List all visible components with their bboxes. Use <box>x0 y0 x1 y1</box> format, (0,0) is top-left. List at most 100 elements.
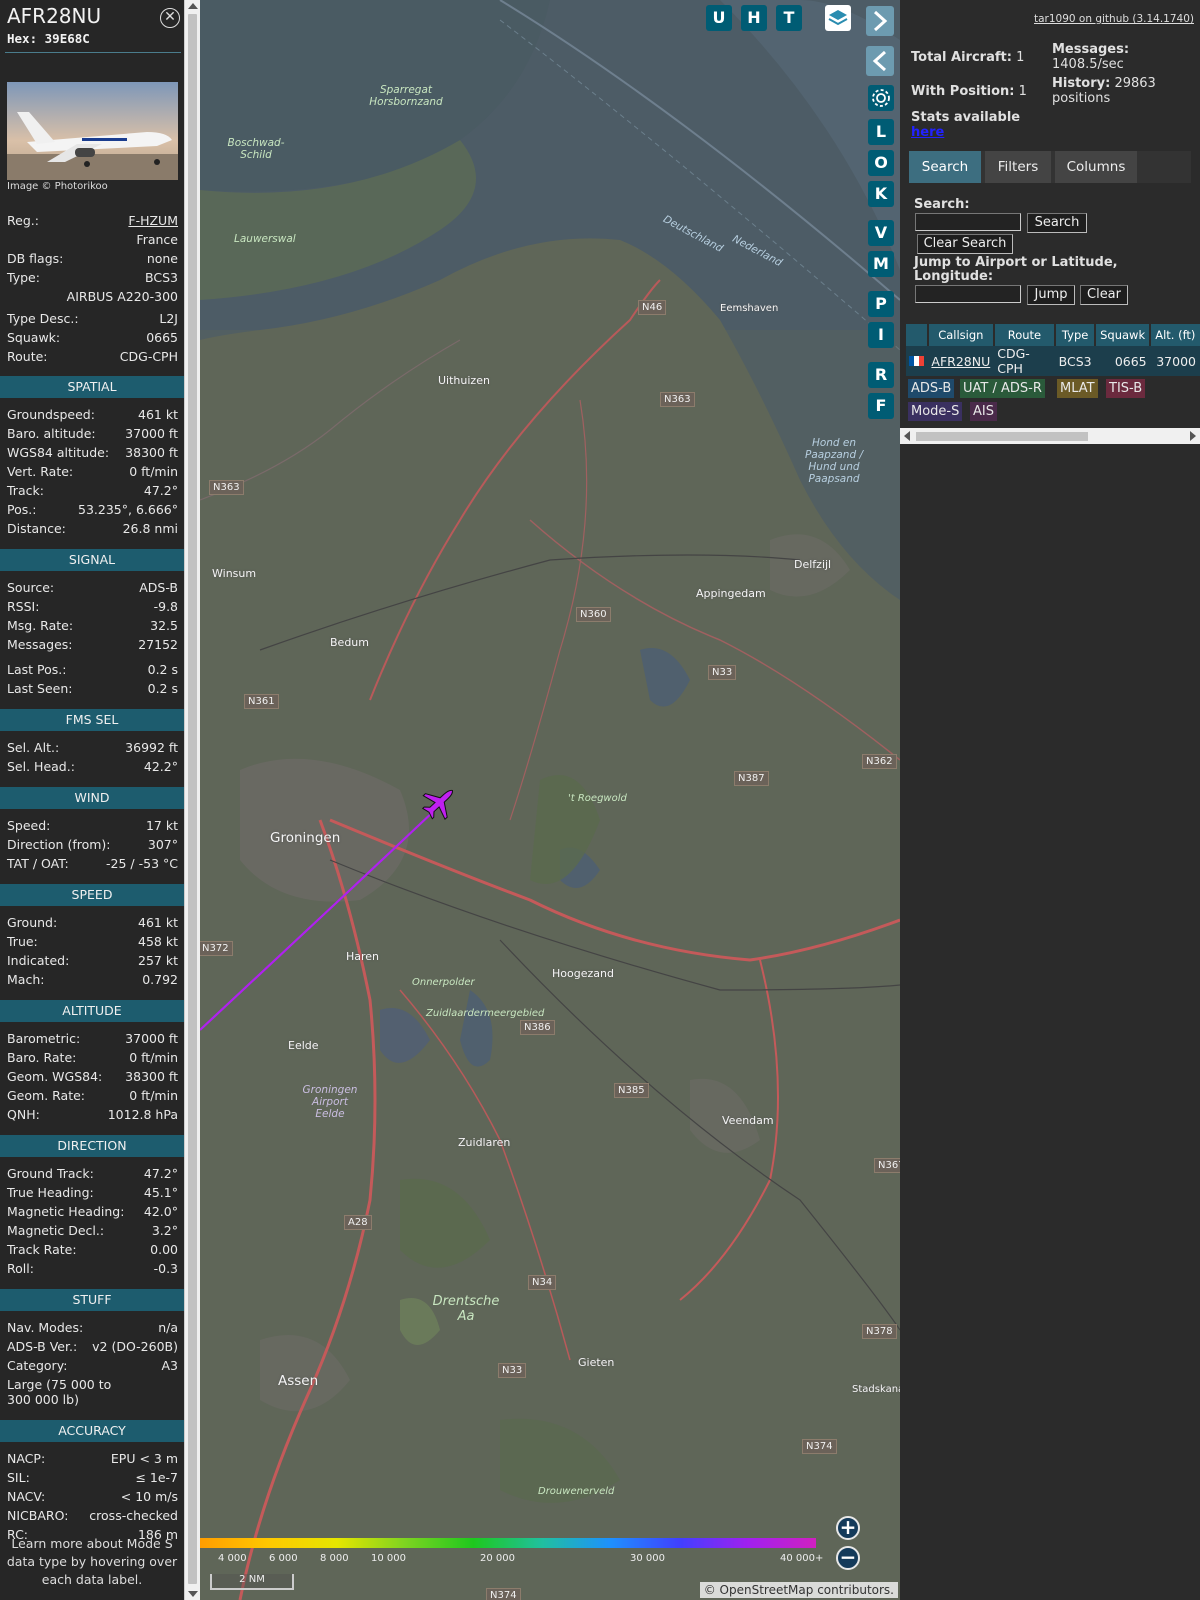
expand-sidebar-icon[interactable] <box>866 6 894 36</box>
scroll-up-icon[interactable] <box>188 3 198 9</box>
detail-label[interactable]: Msg. Rate: <box>7 618 73 633</box>
jump-input[interactable] <box>915 285 1021 303</box>
toggle-f-button[interactable]: F <box>868 393 894 419</box>
detail-label[interactable]: Last Seen: <box>7 681 72 696</box>
search-button[interactable]: Search <box>1027 213 1087 233</box>
detail-label[interactable]: Route: <box>7 349 48 364</box>
aircraft-photo[interactable] <box>7 82 178 180</box>
toggle-h-button[interactable]: H <box>741 5 767 31</box>
detail-label[interactable]: Type: <box>7 270 40 285</box>
detail-label[interactable]: Baro. Rate: <box>7 1050 76 1065</box>
squawk-column-header[interactable]: Squawk <box>1095 324 1152 346</box>
detail-label[interactable]: Squawk: <box>7 330 60 345</box>
detail-label[interactable]: Magnetic Heading: <box>7 1204 124 1219</box>
detail-label[interactable]: Sel. Head.: <box>7 759 75 774</box>
detail-label[interactable]: Category: <box>7 1358 67 1373</box>
detail-label[interactable]: Direction (from): <box>7 837 111 852</box>
callsign-column-header[interactable]: Callsign <box>927 324 995 346</box>
altitude-column-header[interactable]: Alt. (ft) <box>1150 324 1200 346</box>
github-link[interactable]: tar1090 on github (3.14.1740) <box>1034 13 1194 25</box>
layers-icon[interactable] <box>825 5 851 31</box>
detail-label[interactable]: TAT / OAT: <box>7 856 69 871</box>
toggle-p-button[interactable]: P <box>868 291 894 317</box>
detail-label[interactable]: Baro. altitude: <box>7 426 96 441</box>
osm-link[interactable]: OpenStreetMap <box>720 1583 814 1597</box>
detail-label[interactable]: Distance: <box>7 521 66 536</box>
detail-label[interactable]: Geom. WGS84: <box>7 1069 102 1084</box>
table-horizontal-scrollbar[interactable] <box>900 428 1200 444</box>
type-column-header[interactable]: Type <box>1055 324 1097 346</box>
route-column-header[interactable]: Route <box>993 324 1057 346</box>
scroll-down-icon[interactable] <box>188 1591 198 1597</box>
detail-label[interactable]: SIL: <box>7 1470 30 1485</box>
detail-label[interactable]: Reg.: <box>7 213 39 228</box>
detail-label[interactable]: NACV: <box>7 1489 45 1504</box>
stats-here-link[interactable]: here <box>911 125 944 140</box>
detail-label[interactable]: True Heading: <box>7 1185 94 1200</box>
detail-value: v2 (DO-260B) <box>92 1339 178 1354</box>
road-shield: N374 <box>486 1588 521 1600</box>
registration-link[interactable]: F-HZUM <box>128 213 178 228</box>
detail-label[interactable]: Nav. Modes: <box>7 1320 83 1335</box>
close-icon[interactable]: ✕ <box>160 8 180 28</box>
toggle-v-button[interactable]: V <box>868 220 894 246</box>
settings-gear-icon[interactable] <box>868 85 894 111</box>
detail-label[interactable]: QNH: <box>7 1107 40 1122</box>
detail-label[interactable]: Type Desc.: <box>7 311 79 326</box>
map-view[interactable]: Groningen Haren Eelde Assen Zuidlaren Ve… <box>200 0 900 1600</box>
toggle-o-button[interactable]: O <box>868 150 894 176</box>
detail-label[interactable]: RSSI: <box>7 599 39 614</box>
clear-search-button[interactable]: Clear Search <box>917 234 1013 254</box>
detail-label[interactable]: WGS84 altitude: <box>7 445 109 460</box>
tab-filters[interactable]: Filters <box>985 151 1051 183</box>
detail-label[interactable]: Ground Track: <box>7 1166 94 1181</box>
tab-search[interactable]: Search <box>909 151 981 183</box>
table-row[interactable]: AFR28NU CDG-CPH BCS3 0665 37000 <box>906 346 1200 376</box>
detail-label[interactable]: Last Pos.: <box>7 662 66 677</box>
hscroll-thumb[interactable] <box>916 432 1088 441</box>
detail-label[interactable]: Pos.: <box>7 502 36 517</box>
detail-label[interactable]: Sel. Alt.: <box>7 740 59 755</box>
detail-label[interactable]: ADS-B Ver.: <box>7 1339 77 1354</box>
detail-label[interactable]: Barometric: <box>7 1031 80 1046</box>
flag-column-header[interactable] <box>906 324 929 346</box>
zoom-out-icon[interactable]: − <box>836 1546 860 1570</box>
info-panel-scrollbar[interactable] <box>184 0 200 1600</box>
detail-row: DB flags: none <box>7 251 178 270</box>
detail-label[interactable]: Messages: <box>7 637 73 652</box>
detail-label[interactable]: Ground: <box>7 915 57 930</box>
collapse-sidebar-icon[interactable] <box>866 46 894 76</box>
zoom-in-icon[interactable]: + <box>836 1516 860 1540</box>
detail-label[interactable]: Source: <box>7 580 54 595</box>
tab-columns[interactable]: Columns <box>1055 151 1137 183</box>
detail-label[interactable]: Track Rate: <box>7 1242 77 1257</box>
detail-row: Magnetic Heading: 42.0° <box>7 1204 178 1223</box>
detail-label[interactable]: Magnetic Decl.: <box>7 1223 104 1238</box>
toggle-u-button[interactable]: U <box>706 5 732 31</box>
toggle-r-button[interactable]: R <box>868 362 894 388</box>
detail-label[interactable]: DB flags: <box>7 251 63 266</box>
detail-label[interactable]: Track: <box>7 483 44 498</box>
detail-label[interactable]: Groundspeed: <box>7 407 95 422</box>
detail-label[interactable]: Vert. Rate: <box>7 464 73 479</box>
scrollbar-thumb[interactable] <box>188 14 197 1584</box>
aircraft-callsign: AFR28NU <box>7 4 102 28</box>
search-input[interactable] <box>915 213 1021 231</box>
row-callsign[interactable]: AFR28NU <box>927 346 995 376</box>
clear-button[interactable]: Clear <box>1080 285 1128 305</box>
detail-label[interactable]: Indicated: <box>7 953 69 968</box>
toggle-m-button[interactable]: M <box>868 251 894 277</box>
detail-label[interactable]: Geom. Rate: <box>7 1088 85 1103</box>
toggle-t-button[interactable]: T <box>776 5 802 31</box>
detail-label[interactable]: NACP: <box>7 1451 45 1466</box>
detail-label[interactable]: Roll: <box>7 1261 34 1276</box>
detail-label[interactable]: Speed: <box>7 818 50 833</box>
toggle-l-button[interactable]: L <box>868 119 894 145</box>
detail-label[interactable]: Mach: <box>7 972 44 987</box>
jump-button[interactable]: Jump <box>1027 285 1075 305</box>
detail-label[interactable]: True: <box>7 934 38 949</box>
detail-label[interactable]: Large (75 000 to 300 000 lb) <box>7 1377 137 1407</box>
toggle-k-button[interactable]: K <box>868 181 894 207</box>
detail-label[interactable]: NICBARO: <box>7 1508 68 1523</box>
toggle-i-button[interactable]: I <box>868 322 894 348</box>
